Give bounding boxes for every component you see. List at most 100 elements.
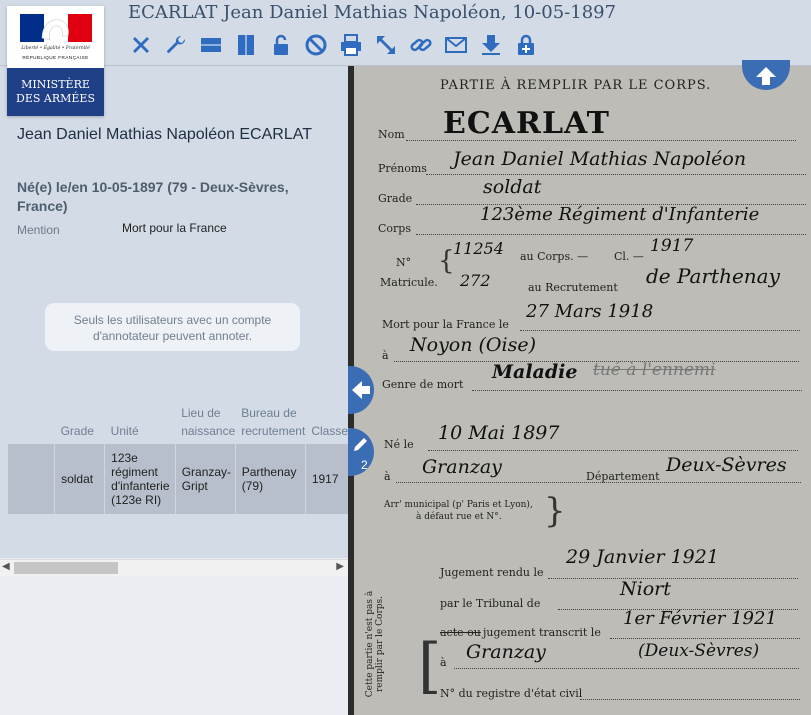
doc-genre-value: Maladie [492,361,578,383]
doc-dotline [610,638,800,639]
settings-button[interactable] [163,32,189,58]
info-panel: Jean Daniel Mathias Napoléon ECARLAT Né(… [0,66,348,715]
expand-icon [377,36,395,54]
horizontal-layout-button[interactable] [198,32,224,58]
pencil-icon [354,438,367,451]
annotation-notice: Seuls les utilisateurs avec un compte d'… [45,303,300,351]
doc-corps-value: 123ème Régiment d'Infanterie [480,204,760,225]
doc-dotline [454,668,799,669]
horizontal-scrollbar[interactable]: ◀ ▶ [0,559,348,576]
doc-transcrit-struck: acte ou [440,626,481,639]
column-header-grade: Grade [60,424,94,438]
doc-transcrit-dept: (Deux-Sèvres) [638,641,760,661]
doc-mort-value: 27 Mars 1918 [526,301,654,322]
doc-a-label-3: à [440,656,447,669]
doc-name-value: ECARLAT [443,106,611,141]
panel-lower-area [0,558,348,715]
doc-header: PARTIE À REMPLIR PAR LE CORPS. [440,78,712,93]
forbid-button[interactable] [303,32,329,58]
doc-transcrit-label: jugement transcrit le [483,626,601,639]
page-title: ECARLAT Jean Daniel Mathias Napoléon, 10… [128,2,617,23]
doc-transcrit-value: 1er Février 1921 [623,608,777,629]
doc-corps-label: Corps [378,222,411,235]
doc-cl-label: Cl. — [614,250,644,263]
ministry-line-1: MINISTÈRE [21,78,90,91]
doc-dotline [416,234,806,235]
doc-prenoms-value: Jean Daniel Mathias Napoléon [453,148,747,170]
doc-ne-value: 10 Mai 1897 [438,422,560,444]
ministry-line-2: DES ARMÉES [16,92,95,105]
doc-dotline [548,578,798,579]
service-table: Grade Unité Lieu de naissance Bureau de … [8,402,348,514]
birth-info: Né(e) le/en 10-05-1897 (79 - Deux-Sèvres… [17,179,289,214]
doc-dotline [396,482,801,483]
doc-mort-label: Mort pour la France le [382,318,509,331]
expand-button[interactable] [373,32,399,58]
table-cell-classe: 1917 [305,444,348,514]
vertical-layout-button[interactable] [233,32,259,58]
doc-side-note: Cette partie n'est pas à remplir par le … [365,590,385,698]
download-button[interactable] [478,32,504,58]
doc-dotline [580,699,800,700]
doc-cl-value: 1917 [650,236,694,256]
ministry-logo: Liberté • Égalité • Fraternité RÉPUBLIQU… [7,6,104,116]
arrow-up-icon [756,67,776,85]
doc-ne-lieu: Granzay [422,456,502,478]
doc-prenoms-label: Prénoms [378,162,427,175]
doc-jugement-label: Jugement rendu le [440,566,544,579]
lock-icon [274,34,288,55]
doc-no-label: N° [396,256,412,269]
scroll-left-arrow-icon[interactable]: ◀ [2,561,10,572]
mention-value: Mort pour la France [122,221,227,235]
table-cell [8,444,56,514]
marianne-logo: Liberté • Égalité • Fraternité RÉPUBLIQU… [7,6,104,68]
doc-dotline [426,174,806,175]
doc-matricule-label: Matricule. [380,276,438,289]
lock-add-icon [518,34,534,55]
print-button[interactable] [338,32,364,58]
panel-vertical-icon [238,35,254,55]
doc-a-label-2: à [384,470,391,483]
doc-grade-value: soldat [483,176,542,198]
table-header-row: Grade Unité Lieu de naissance Bureau de … [8,402,348,444]
doc-dotline [406,140,796,141]
column-header-bureau-recrutement: Bureau de recrutement [241,406,306,438]
panel-horizontal-icon [201,38,221,52]
link-icon [410,38,432,52]
table-cell-grade: soldat [54,444,106,514]
table-cell-lieu-naissance: Granzay-Gript [175,444,236,514]
doc-dotline [428,450,798,451]
person-name: Jean Daniel Mathias Napoléon ECARLAT [17,126,312,143]
email-button[interactable] [443,32,469,58]
doc-arr-label-2: à défaut rue et N°. [416,512,502,522]
doc-arr-label: Arr' municipal (p' Paris et Lyon), [384,500,533,510]
doc-recrut-number: 272 [460,271,491,290]
doc-a-label: à [382,349,389,362]
doc-mort-lieu: Noyon (Oise) [410,334,536,356]
lock-add-button[interactable] [513,32,539,58]
table-cell-unite: 123e régiment d'infanterie (123e RI) [104,444,176,514]
forbidden-icon [305,34,327,56]
doc-brace-2: } [544,491,566,531]
scrollbar-thumb[interactable] [14,562,118,574]
doc-tribunal-label: par le Tribunal de [440,597,541,610]
column-header-unite: Unité [110,424,139,438]
document-viewer[interactable]: PARTIE À REMPLIR PAR LE CORPS. Nom ECARL… [348,66,811,715]
marianne-icon [20,14,92,42]
doc-dept-value: Deux-Sèvres [666,454,787,476]
link-button[interactable] [408,32,434,58]
header-bar: ECARLAT Jean Daniel Mathias Napoléon, 10… [0,0,811,66]
doc-corps-number: 11254 [453,239,504,258]
doc-au-recrutement: au Recrutement [528,281,618,294]
annotation-count: 2 [361,458,368,472]
doc-bracket: [ [418,631,442,701]
mail-icon [445,37,467,53]
lock-button[interactable] [268,32,294,58]
scroll-right-arrow-icon[interactable]: ▶ [336,561,344,572]
table-row[interactable]: soldat 123e régiment d'infanterie (123e … [8,444,348,514]
mention-label: Mention [17,223,60,237]
column-header-classe: Classe [311,424,348,438]
ministry-name: MINISTÈRE DES ARMÉES [7,68,104,116]
close-button[interactable] [128,32,154,58]
doc-genre-struck: tué à l'ennemi [593,360,716,380]
